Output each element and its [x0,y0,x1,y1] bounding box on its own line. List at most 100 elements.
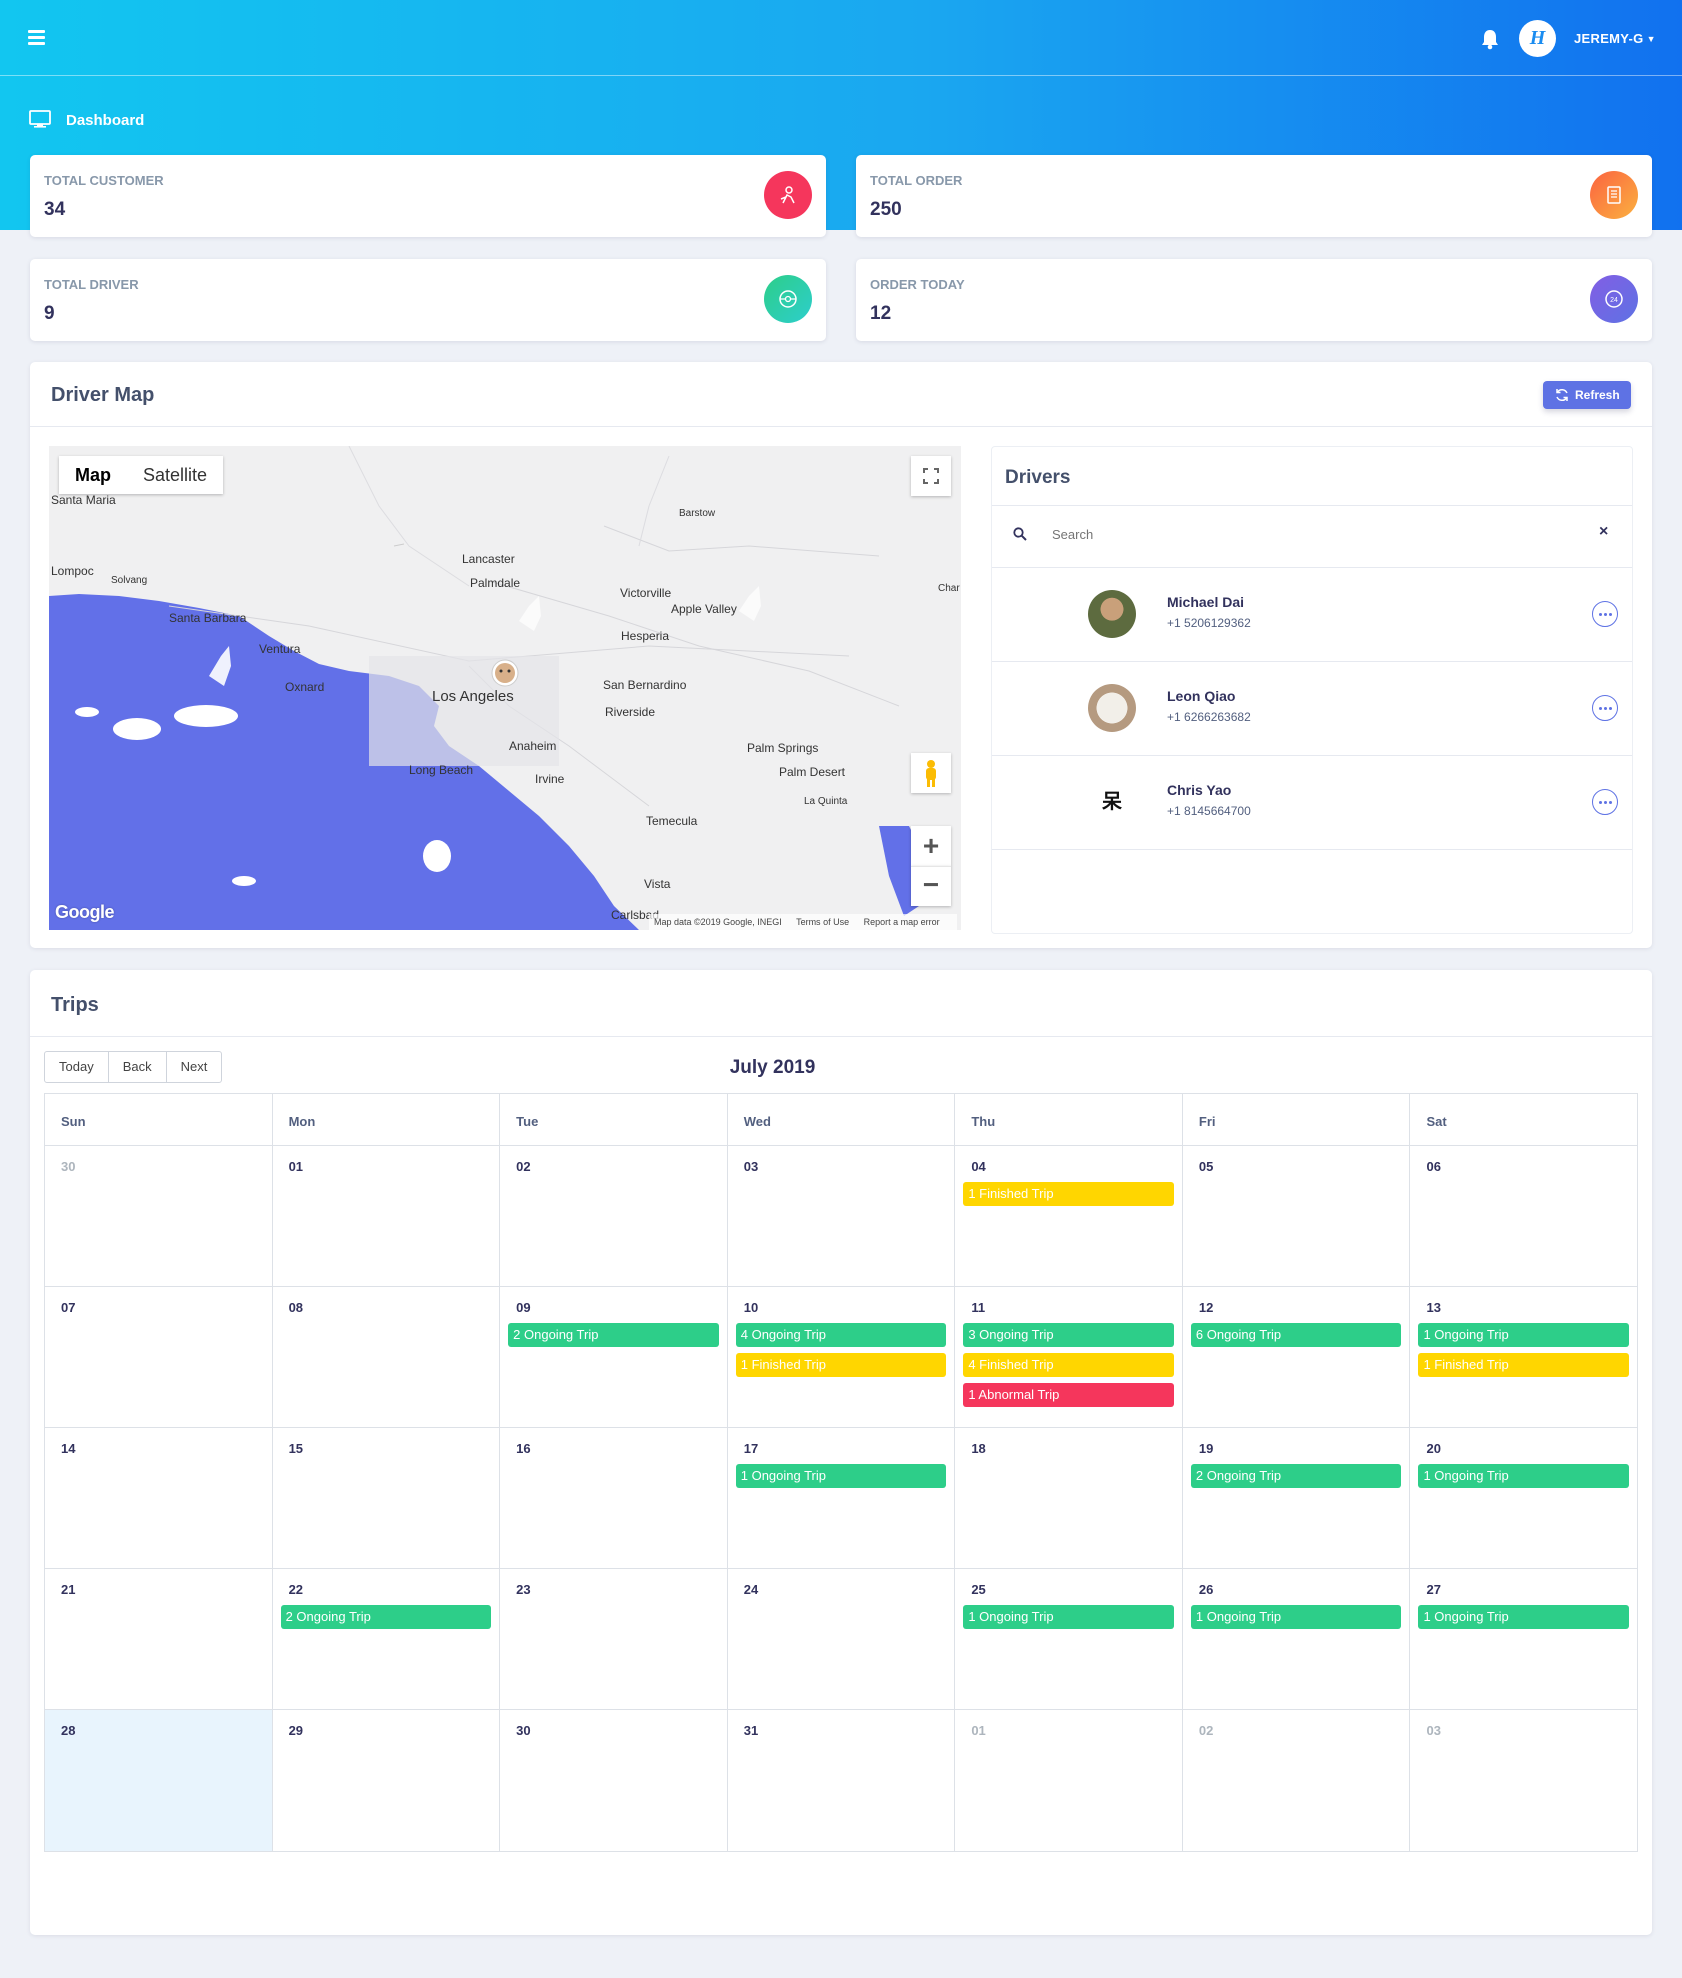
customer-icon [764,171,812,219]
divider [992,505,1632,506]
day-number: 07 [61,1300,76,1315]
calendar-day[interactable]: 06 [1410,1146,1637,1286]
trip-event-finished[interactable]: 1 Finished Trip [1418,1353,1630,1377]
day-number: 05 [1198,1159,1214,1174]
report-error-link[interactable]: Report a map error [864,917,940,927]
map-attribution: Map data ©2019 Google, INEGI Terms of Us… [649,914,957,930]
trip-event-ongoing[interactable]: 2 Ongoing Trip [1190,1464,1402,1488]
calendar-day[interactable]: 21 [45,1569,273,1709]
driver-name: Michael Dai [1167,594,1245,610]
calendar-day[interactable]: 27 1 Ongoing Trip [1410,1569,1637,1709]
map-type-control: Map Satellite [59,456,224,494]
driver-row[interactable]: Michael Dai +1 5206129362 [992,567,1632,661]
calendar-day[interactable]: 16 [500,1428,728,1568]
bell-icon[interactable] [1480,28,1500,50]
trip-event-abnormal[interactable]: 1 Abnormal Trip [963,1383,1174,1407]
trip-event-ongoing[interactable]: 4 Ongoing Trip [735,1323,947,1347]
map-label: Palm Springs [747,741,819,755]
calendar-day[interactable]: 09 2 Ongoing Trip [500,1287,728,1427]
zoom-in-button[interactable]: + [911,826,951,866]
day-number: 25 [971,1582,986,1597]
monitor-icon [29,110,51,128]
trip-event-ongoing[interactable]: 3 Ongoing Trip [963,1323,1174,1347]
driver-row[interactable]: Leon Qiao +1 6266263682 [992,661,1632,755]
calendar-day[interactable]: 05 [1183,1146,1411,1286]
user-name: JEREMY-G [1574,31,1644,46]
calendar-day[interactable]: 15 [273,1428,501,1568]
calendar-day[interactable]: 02 [500,1146,728,1286]
calendar-day[interactable]: 18 [955,1428,1183,1568]
trip-event-ongoing[interactable]: 6 Ongoing Trip [1190,1323,1402,1347]
street-view-pegman[interactable] [911,753,951,793]
stat-card-order-today: ORDER TODAY 12 24 [856,259,1652,341]
trip-event-finished[interactable]: 1 Finished Trip [963,1182,1174,1206]
more-options-icon[interactable] [1592,601,1618,627]
trip-event-ongoing[interactable]: 2 Ongoing Trip [280,1605,492,1629]
trip-event-ongoing[interactable]: 1 Ongoing Trip [1418,1605,1630,1629]
day-number: 11 [971,1300,986,1315]
trip-event-finished[interactable]: 1 Finished Trip [735,1353,947,1377]
calendar-day[interactable]: 02 [1183,1710,1411,1851]
user-avatar[interactable]: H [1519,20,1556,57]
calendar-day[interactable]: 25 1 Ongoing Trip [955,1569,1183,1709]
map-type-satellite[interactable]: Satellite [127,456,223,494]
trip-event-finished[interactable]: 4 Finished Trip [963,1353,1174,1377]
driver-row[interactable]: 呆 Chris Yao +1 8145664700 [992,755,1632,849]
calendar-day[interactable]: 31 [728,1710,956,1851]
map-data-credit: Map data ©2019 Google, INEGI [654,917,782,927]
google-map[interactable]: Map Satellite + − Santa Maria Lompoc Sol… [49,446,961,930]
trip-event-ongoing[interactable]: 1 Ongoing Trip [735,1464,947,1488]
calendar-day[interactable]: 24 [728,1569,956,1709]
more-options-icon[interactable] [1592,695,1618,721]
calendar-day[interactable]: 01 [273,1146,501,1286]
calendar-day[interactable]: 29 [273,1710,501,1851]
calendar-day-today[interactable]: 28 [45,1710,273,1851]
calendar-day[interactable]: 17 1 Ongoing Trip [728,1428,956,1568]
day-number: 20 [1426,1441,1441,1456]
driver-avatar [1088,590,1136,638]
calendar-day[interactable]: 12 6 Ongoing Trip [1183,1287,1411,1427]
google-logo: Google [55,902,115,922]
calendar-day[interactable]: 10 4 Ongoing Trip 1 Finished Trip [728,1287,956,1427]
calendar-day[interactable]: 01 [955,1710,1183,1851]
calendar-day[interactable]: 20 1 Ongoing Trip [1410,1428,1637,1568]
calendar-day[interactable]: 13 1 Ongoing Trip 1 Finished Trip [1410,1287,1637,1427]
calendar-day[interactable]: 14 [45,1428,273,1568]
calendar-day[interactable]: 19 2 Ongoing Trip [1183,1428,1411,1568]
stat-label: TOTAL DRIVER [44,277,139,292]
fullscreen-button[interactable] [911,456,951,496]
trip-event-ongoing[interactable]: 1 Ongoing Trip [1418,1323,1630,1347]
day-number: 28 [61,1723,76,1738]
calendar-day[interactable]: 30 [500,1710,728,1851]
user-menu[interactable]: JEREMY-G ▼ [1574,31,1656,46]
trips-calendar: Sun Mon Tue Wed Thu Fri Sat 30 01 02 03 04 1 Finish… [44,1093,1638,1852]
trip-event-ongoing[interactable]: 1 Ongoing Trip [1418,1464,1630,1488]
breadcrumb-dashboard[interactable]: Dashboard [66,112,144,129]
trip-event-ongoing[interactable]: 1 Ongoing Trip [963,1605,1174,1629]
map-type-map[interactable]: Map [59,456,127,494]
calendar-day[interactable]: 03 [1410,1710,1637,1851]
zoom-out-button[interactable]: − [911,866,951,906]
driver-search-input[interactable] [1052,519,1552,549]
calendar-day[interactable]: 08 [273,1287,501,1427]
calendar-day[interactable]: 26 1 Ongoing Trip [1183,1569,1411,1709]
calendar-day[interactable]: 03 [728,1146,956,1286]
more-options-icon[interactable] [1592,789,1618,815]
stat-label: TOTAL CUSTOMER [44,173,164,188]
calendar-day[interactable]: 07 [45,1287,273,1427]
calendar-day[interactable]: 23 [500,1569,728,1709]
calendar-day[interactable]: 22 2 Ongoing Trip [273,1569,501,1709]
calendar-day[interactable]: 04 1 Finished Trip [955,1146,1183,1286]
calendar-day[interactable]: 11 3 Ongoing Trip 4 Finished Trip 1 Abnorma… [955,1287,1183,1427]
clear-search-icon[interactable]: × [1599,523,1608,541]
drivers-panel: Drivers × Michael Dai +1 5206129362 Leon… [991,446,1633,934]
driver-phone: +1 8145664700 [1167,804,1251,818]
trip-event-ongoing[interactable]: 1 Ongoing Trip [1190,1605,1402,1629]
day-number: 30 [516,1723,531,1738]
menu-icon[interactable] [28,30,45,46]
terms-link[interactable]: Terms of Use [796,917,849,927]
calendar-day[interactable]: 30 [45,1146,273,1286]
map-label: La Quinta [804,796,848,807]
trip-event-ongoing[interactable]: 2 Ongoing Trip [508,1323,719,1347]
refresh-button[interactable]: Refresh [1543,381,1631,409]
